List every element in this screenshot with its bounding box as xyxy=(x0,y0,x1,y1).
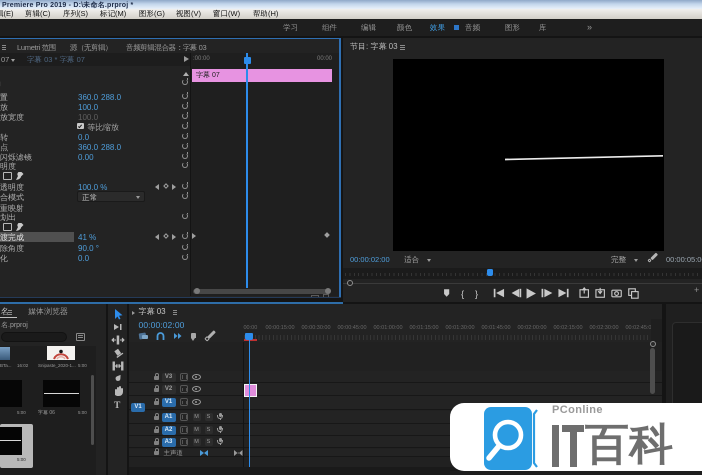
svg-text:T: T xyxy=(114,401,121,411)
svg-text:{: { xyxy=(461,288,464,298)
svg-text:}: } xyxy=(475,288,478,298)
